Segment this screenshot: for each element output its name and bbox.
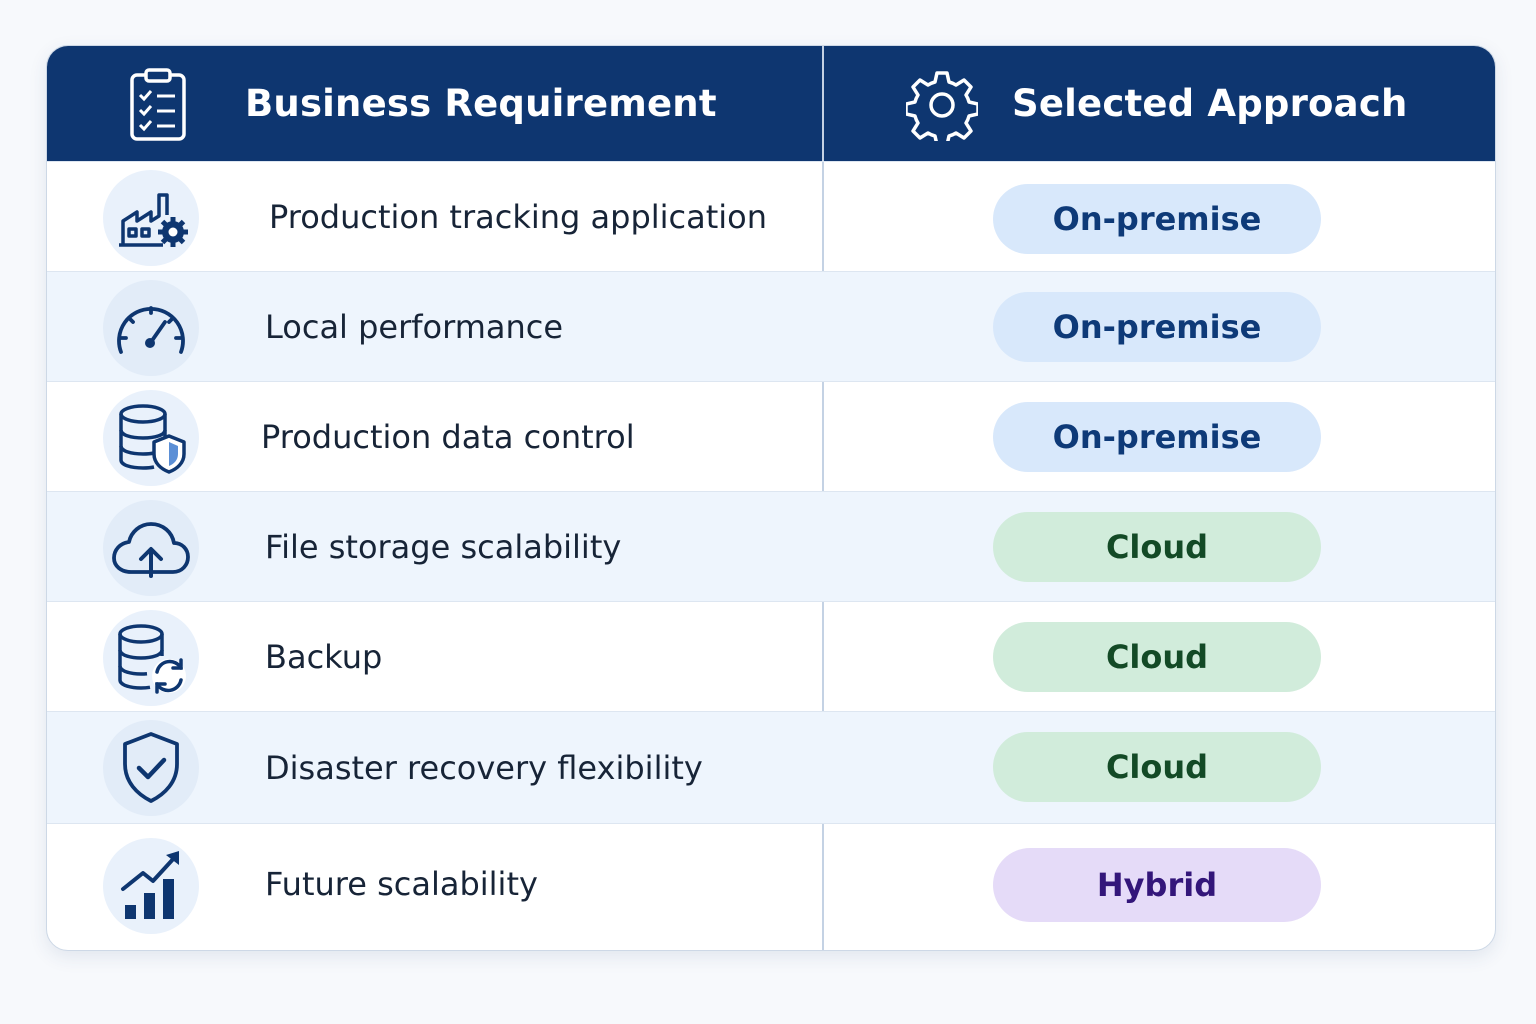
header-cell-requirement: Business Requirement: [47, 46, 822, 161]
approach-badge: Cloud: [993, 512, 1321, 582]
cloud-upload-icon: [103, 500, 199, 596]
growth-chart-icon: [103, 838, 199, 934]
requirement-text: Production tracking application: [269, 198, 768, 236]
requirement-text: Local performance: [265, 308, 564, 346]
comparison-table: Business Requirement Selected Approach P…: [46, 45, 1496, 951]
table-row: Production data control On-premise: [47, 381, 1495, 491]
requirement-text: Disaster recovery flexibility: [265, 749, 703, 787]
table-row: Future scalability Hybrid: [47, 823, 1495, 950]
table-row: Production tracking application On-premi…: [47, 161, 1495, 271]
approach-badge: Hybrid: [993, 848, 1321, 922]
table-row: File storage scalability Cloud: [47, 491, 1495, 601]
approach-badge: Cloud: [993, 622, 1321, 692]
shield-check-icon: [103, 720, 199, 816]
database-sync-icon: [103, 610, 199, 706]
header-requirement-label: Business Requirement: [245, 82, 717, 125]
requirement-text: File storage scalability: [265, 528, 622, 566]
requirement-text: Future scalability: [265, 865, 538, 903]
requirement-text: Backup: [265, 638, 383, 676]
table-row: Backup Cloud: [47, 601, 1495, 711]
header-cell-approach: Selected Approach: [824, 46, 1495, 161]
clipboard-checklist-icon: [129, 68, 187, 146]
approach-badge: On-premise: [993, 402, 1321, 472]
table-row: Disaster recovery flexibility Cloud: [47, 711, 1495, 823]
gear-icon: [904, 69, 980, 147]
approach-badge: On-premise: [993, 184, 1321, 254]
header-approach-label: Selected Approach: [1012, 82, 1408, 125]
requirement-text: Production data control: [261, 418, 635, 456]
table-row: Local performance On-premise: [47, 271, 1495, 381]
database-shield-icon: [103, 390, 199, 486]
approach-badge: On-premise: [993, 292, 1321, 362]
table-header: Business Requirement Selected Approach: [47, 46, 1495, 161]
approach-badge: Cloud: [993, 732, 1321, 802]
speedometer-icon: [103, 280, 199, 376]
factory-gear-icon: [103, 170, 199, 266]
